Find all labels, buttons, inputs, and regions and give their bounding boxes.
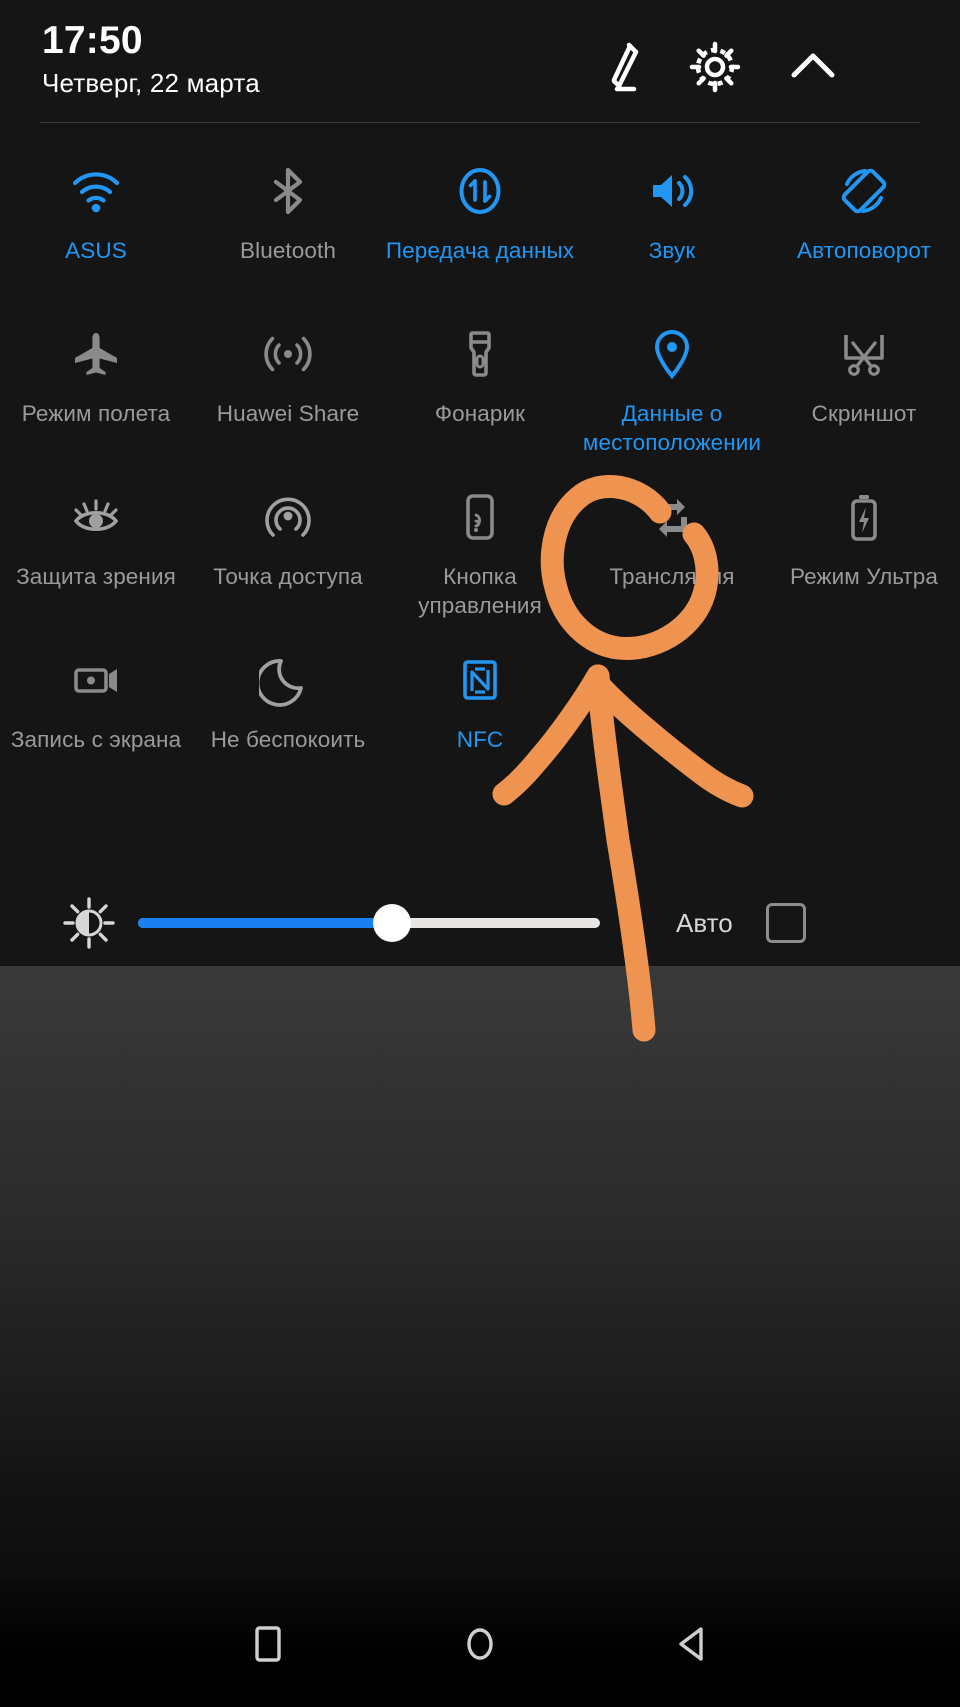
tile-wifi[interactable]: ASUS: [0, 142, 192, 305]
brightness-row: Авто: [0, 880, 960, 966]
header-divider: [40, 122, 920, 123]
mobile-data-icon: [449, 160, 511, 222]
nav-dock-icon: [449, 486, 511, 548]
clock-date: Четверг, 22 марта: [42, 68, 260, 98]
tile-label: Автоповорот: [797, 238, 931, 263]
tile-ultra-power[interactable]: Режим Ультра: [768, 468, 960, 631]
tile-do-not-disturb[interactable]: Не беспокоить: [192, 631, 384, 794]
moon-icon: [257, 649, 319, 711]
tile-label: Huawei Share: [216, 401, 360, 426]
square-recents-icon[interactable]: [237, 1613, 299, 1675]
tile-label: Фонарик: [434, 401, 526, 426]
tile-label: ASUS: [65, 238, 127, 263]
gear-icon[interactable]: [684, 36, 746, 98]
tile-label: Защита зрения: [16, 564, 176, 589]
battery-ultra-icon: [833, 486, 895, 548]
tile-empty-1: [576, 631, 768, 794]
eye-comfort-icon: [65, 486, 127, 548]
tile-nav-dock[interactable]: Кнопка управления: [384, 468, 576, 631]
tile-airplane-mode[interactable]: Режим полета: [0, 305, 192, 468]
brightness-slider[interactable]: [138, 904, 600, 942]
tile-label: Кнопка управления: [418, 564, 542, 618]
screenshot-icon: [833, 323, 895, 385]
chevron-up-icon[interactable]: [782, 36, 844, 98]
auto-rotate-icon: [833, 160, 895, 222]
brightness-slider-fill: [138, 918, 393, 928]
tile-empty-2: [768, 631, 960, 794]
tile-label: Звук: [648, 238, 696, 263]
tile-nfc[interactable]: NFC: [384, 631, 576, 794]
tile-label: Режим полета: [21, 401, 171, 426]
pencil-edit-icon[interactable]: [586, 36, 648, 98]
triangle-back-icon[interactable]: [661, 1613, 723, 1675]
clock-block: 17:50 Четверг, 22 марта: [42, 18, 260, 102]
tile-label: Запись с экрана: [10, 727, 182, 752]
location-pin-icon: [641, 323, 703, 385]
cast-icon: [641, 486, 703, 548]
tile-label: Данные о местоположении: [582, 401, 762, 455]
tile-label: Скриншот: [811, 401, 917, 426]
tile-label: NFC: [456, 727, 504, 752]
volume-icon: [641, 160, 703, 222]
tile-label: Режим Ультра: [789, 564, 939, 589]
tile-huawei-share[interactable]: Huawei Share: [192, 305, 384, 468]
tile-label: Точка доступа: [213, 564, 363, 589]
android-navigation-bar: [0, 1580, 960, 1707]
tile-sound[interactable]: Звук: [576, 142, 768, 305]
screen-record-icon: [65, 649, 127, 711]
bluetooth-icon: [257, 160, 319, 222]
flashlight-icon: [449, 323, 511, 385]
tile-label: Передача данных: [385, 238, 575, 263]
hotspot-icon: [257, 486, 319, 548]
tile-cast[interactable]: Трансляция: [576, 468, 768, 631]
brightness-sun-icon[interactable]: [58, 892, 120, 954]
tile-flashlight[interactable]: Фонарик: [384, 305, 576, 468]
clock-time: 17:50: [42, 19, 143, 62]
huawei-share-icon: [257, 323, 319, 385]
tile-mobile-data[interactable]: Передача данных: [384, 142, 576, 305]
tile-screen-record[interactable]: Запись с экрана: [0, 631, 192, 794]
tile-eye-comfort[interactable]: Защита зрения: [0, 468, 192, 631]
quick-settings-header: 17:50 Четверг, 22 марта: [0, 0, 960, 124]
tile-screenshot[interactable]: Скриншот: [768, 305, 960, 468]
auto-brightness-label: Авто: [676, 907, 733, 938]
auto-brightness-checkbox[interactable]: [766, 903, 806, 943]
tile-label: Не беспокоить: [210, 727, 366, 752]
tile-label: Bluetooth: [240, 238, 336, 263]
quick-settings-tile-grid: ASUS Bluetooth Передача данных Звук Авто…: [0, 142, 960, 794]
tile-location[interactable]: Данные о местоположении: [576, 305, 768, 468]
tile-auto-rotate[interactable]: Автоповорот: [768, 142, 960, 305]
tile-label: Трансляция: [609, 564, 735, 589]
wifi-icon: [65, 160, 127, 222]
tile-hotspot[interactable]: Точка доступа: [192, 468, 384, 631]
brightness-slider-thumb[interactable]: [373, 904, 412, 942]
circle-home-icon[interactable]: [449, 1613, 511, 1675]
airplane-icon: [65, 323, 127, 385]
nfc-icon: [449, 649, 511, 711]
tile-bluetooth[interactable]: Bluetooth: [192, 142, 384, 305]
